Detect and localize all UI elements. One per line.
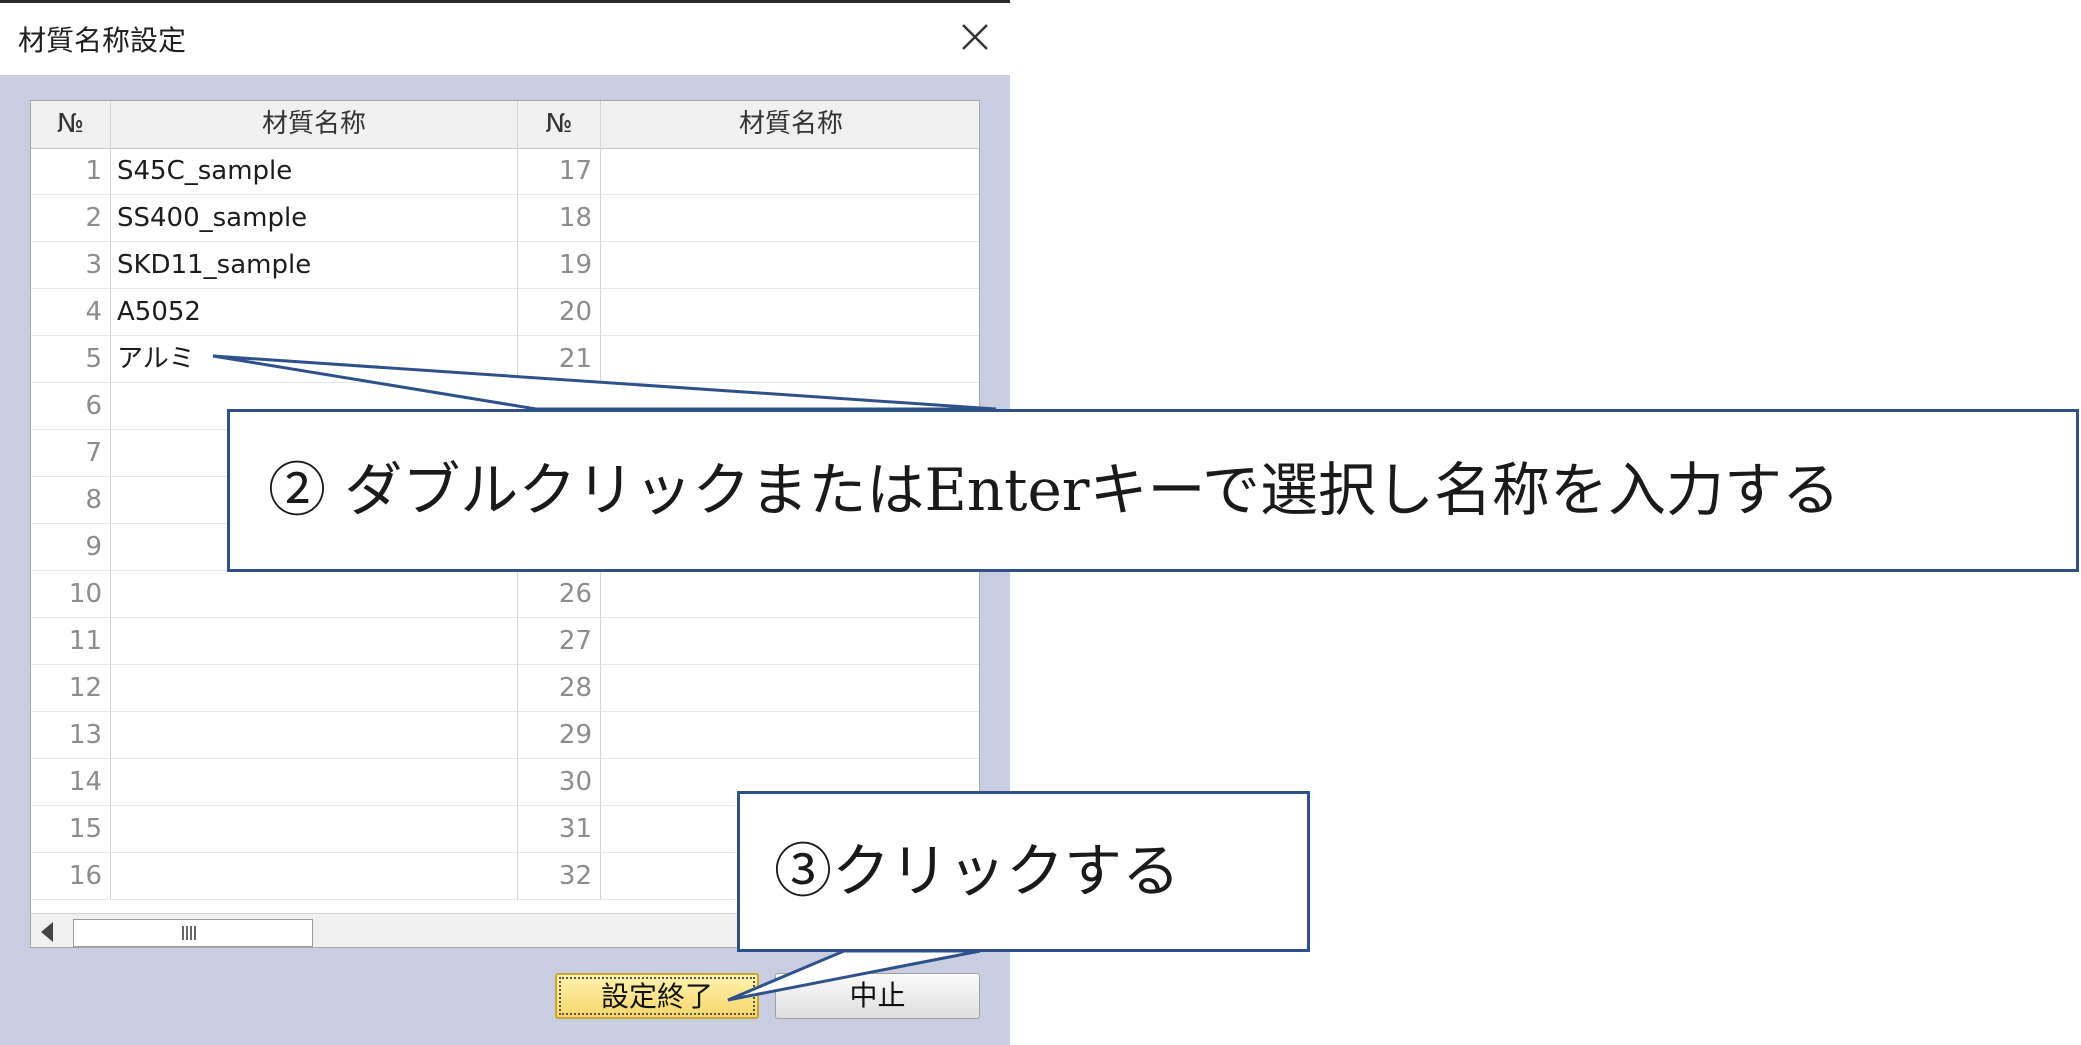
table-row[interactable]: 11 27 <box>31 618 979 665</box>
material-name-cell[interactable]: SS400_sample <box>111 195 518 242</box>
material-name-cell[interactable] <box>111 571 518 618</box>
table-row[interactable]: 10 26 <box>31 571 979 618</box>
material-name-cell[interactable] <box>111 665 518 712</box>
material-name-cell[interactable] <box>601 195 979 242</box>
material-name-cell[interactable] <box>111 759 518 806</box>
row-number-cell: 20 <box>518 289 601 336</box>
scroll-thumb[interactable] <box>73 919 313 947</box>
grip-icon <box>182 926 196 940</box>
scroll-left-arrow-icon[interactable] <box>41 922 53 942</box>
dialog-title: 材質名称設定 <box>18 24 187 57</box>
header-material-name-1: 材質名称 <box>111 101 518 148</box>
row-number-cell: 27 <box>518 618 601 665</box>
material-name-cell[interactable] <box>111 853 518 900</box>
callout-step-3: ③クリックする <box>737 791 1310 952</box>
row-number-cell: 7 <box>31 430 111 477</box>
header-number-1: № <box>31 101 111 148</box>
row-number-cell: 17 <box>518 148 601 195</box>
row-number-cell: 10 <box>31 571 111 618</box>
material-name-cell[interactable] <box>601 242 979 289</box>
row-number-cell: 12 <box>31 665 111 712</box>
material-name-cell[interactable] <box>601 665 979 712</box>
row-number-cell: 32 <box>518 853 601 900</box>
close-icon[interactable] <box>955 17 995 57</box>
row-number-cell: 18 <box>518 195 601 242</box>
row-number-cell: 16 <box>31 853 111 900</box>
row-number-cell: 6 <box>31 383 111 430</box>
row-number-cell: 9 <box>31 524 111 571</box>
row-number-cell: 21 <box>518 336 601 383</box>
material-name-cell[interactable]: S45C_sample <box>111 148 518 195</box>
material-name-cell[interactable] <box>601 148 979 195</box>
material-name-cell[interactable]: A5052 <box>111 289 518 336</box>
material-name-cell[interactable]: アルミ <box>111 336 518 383</box>
row-number-cell: 30 <box>518 759 601 806</box>
row-number-cell: 11 <box>31 618 111 665</box>
material-name-cell[interactable]: SKD11_sample <box>111 242 518 289</box>
row-number-cell: 1 <box>31 148 111 195</box>
row-number-cell: 8 <box>31 477 111 524</box>
table-row[interactable]: 12 28 <box>31 665 979 712</box>
row-number-cell: 15 <box>31 806 111 853</box>
material-name-cell[interactable] <box>111 806 518 853</box>
material-name-cell[interactable] <box>601 289 979 336</box>
material-name-cell[interactable] <box>601 712 979 759</box>
cancel-button[interactable]: 中止 <box>775 973 980 1019</box>
header-material-name-2: 材質名称 <box>601 101 979 148</box>
row-number-cell: 31 <box>518 806 601 853</box>
table-row[interactable]: 3 SKD11_sample 19 <box>31 242 979 289</box>
table-row[interactable]: 2 SS400_sample 18 <box>31 195 979 242</box>
table-row[interactable]: 4 A5052 20 <box>31 289 979 336</box>
table-row[interactable]: 5 アルミ 21 <box>31 336 979 383</box>
table-row[interactable]: 1 S45C_sample 17 <box>31 148 979 195</box>
row-number-cell: 19 <box>518 242 601 289</box>
row-number-cell: 4 <box>31 289 111 336</box>
row-number-cell: 26 <box>518 571 601 618</box>
material-name-cell[interactable] <box>111 618 518 665</box>
row-number-cell: 3 <box>31 242 111 289</box>
table-header: № 材質名称 № 材質名称 <box>31 101 979 149</box>
row-number-cell: 2 <box>31 195 111 242</box>
finish-settings-button[interactable]: 設定終了 <box>555 973 759 1019</box>
row-number-cell: 28 <box>518 665 601 712</box>
material-name-cell[interactable] <box>601 618 979 665</box>
title-bar: 材質名称設定 <box>0 3 1010 75</box>
row-number-cell: 29 <box>518 712 601 759</box>
row-number-cell: 13 <box>31 712 111 759</box>
row-number-cell: 14 <box>31 759 111 806</box>
row-number-cell: 5 <box>31 336 111 383</box>
header-number-2: № <box>518 101 601 148</box>
material-name-cell[interactable] <box>601 336 979 383</box>
callout-step-2: ② ダブルクリックまたはEnterキーで選択し名称を入力する <box>227 409 2079 572</box>
material-name-cell[interactable] <box>601 571 979 618</box>
material-name-cell[interactable] <box>111 712 518 759</box>
table-row[interactable]: 13 29 <box>31 712 979 759</box>
